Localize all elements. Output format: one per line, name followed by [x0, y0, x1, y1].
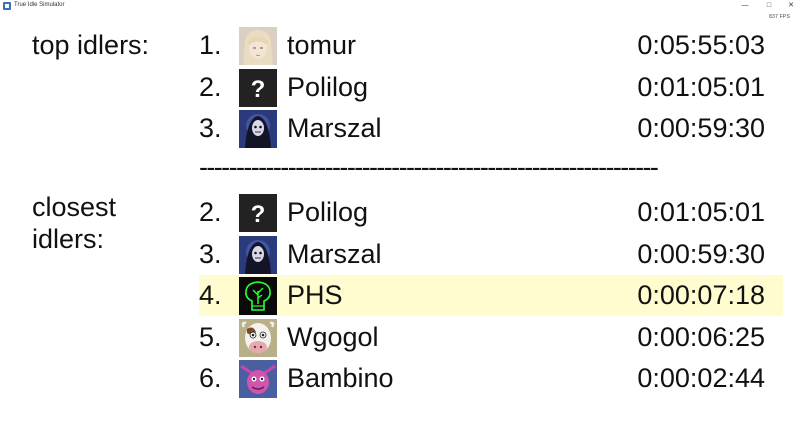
section-divider: ----------------------------------------…: [199, 152, 659, 182]
cow-cartoon-avatar: [239, 318, 277, 357]
app-icon: [3, 2, 11, 10]
player-name: Bambino: [287, 363, 394, 393]
player-name: Marszal: [287, 113, 382, 143]
top-idlers-label: top idlers:: [32, 30, 150, 60]
window-title: True Idle Simulator: [14, 2, 65, 8]
hooded-figure-avatar: [239, 110, 277, 148]
question-mark-avatar: ?: [239, 68, 277, 107]
leaderboard-row: 1. tomur 0:05:55:03: [199, 25, 783, 66]
fps-counter: 837 FPS: [769, 14, 790, 20]
window-titlebar: True Idle Simulator — □ ✕: [0, 0, 800, 12]
rank-number: 3.: [199, 238, 222, 269]
rank-number: 3.: [199, 113, 222, 143]
leaderboard-row: 6. Bambino 0:00:02:44: [199, 358, 783, 399]
question-mark-avatar: ?: [239, 194, 277, 232]
player-name: tomur: [287, 30, 357, 60]
idle-time: 0:01:05:01: [637, 71, 765, 102]
leaderboard-row-current-user: 4. PHS 0:00:07:18: [199, 275, 783, 316]
pink-creature-avatar: [239, 360, 277, 398]
player-name: Marszal: [287, 238, 382, 269]
svg-text:?: ?: [251, 201, 266, 228]
close-button[interactable]: ✕: [782, 0, 800, 12]
rank-number: 4.: [199, 280, 222, 310]
rank-number: 1.: [199, 30, 222, 60]
idle-time: 0:00:59:30: [637, 238, 765, 269]
hooded-figure-avatar: [239, 235, 277, 274]
idle-time: 0:05:55:03: [637, 30, 765, 60]
rank-number: 2.: [199, 197, 222, 227]
idle-time: 0:00:59:30: [637, 113, 765, 143]
neon-tree-avatar: [239, 277, 277, 315]
idle-time: 0:01:05:01: [637, 197, 765, 227]
player-name: Polilog: [287, 71, 369, 102]
rank-number: 5.: [199, 321, 222, 352]
svg-text:?: ?: [251, 76, 266, 103]
idle-time: 0:00:07:18: [637, 280, 765, 310]
minimize-button[interactable]: —: [736, 0, 754, 12]
leaderboard-row: 2.? Polilog 0:01:05:01: [199, 67, 783, 108]
closest-idlers-label: closest idlers:: [32, 192, 117, 254]
rank-number: 6.: [199, 363, 222, 393]
leaderboard-row: 3. Marszal 0:00:59:30: [199, 234, 783, 275]
anime-portrait-avatar: [239, 27, 277, 65]
player-name: Polilog: [287, 197, 369, 227]
leaderboard-row: 5. Wgogol 0:00:06:25: [199, 317, 783, 358]
maximize-button[interactable]: □: [760, 0, 778, 12]
player-name: PHS: [287, 280, 343, 310]
rank-number: 2.: [199, 71, 222, 102]
idle-time: 0:00:06:25: [637, 321, 765, 352]
idle-time: 0:00:02:44: [637, 363, 765, 393]
leaderboard-row: 3. Marszal 0:00:59:30: [199, 108, 783, 149]
player-name: Wgogol: [287, 321, 379, 352]
leaderboard-row: 2.? Polilog 0:01:05:01: [199, 192, 783, 233]
